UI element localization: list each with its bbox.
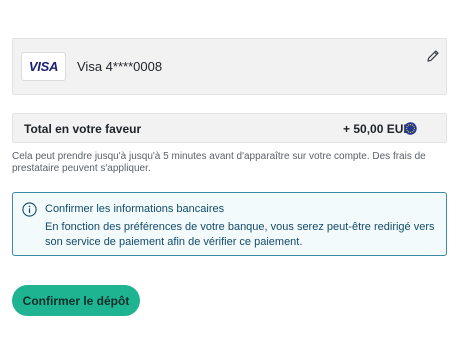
- total-amount: + 50,00 EUR: [343, 122, 413, 136]
- eu-flag-icon: [404, 122, 417, 135]
- total-label: Total en votre faveur: [24, 122, 142, 136]
- processing-time-note: Cela peut prendre jusqu'à jusqu'à 5 minu…: [12, 151, 426, 174]
- total-summary: Total en votre faveur + 50,00 EUR: [12, 113, 447, 143]
- deposit-confirmation-page: VISA Visa 4****0008 Total en votre faveu…: [0, 0, 460, 360]
- payment-method-card: VISA Visa 4****0008: [12, 38, 447, 95]
- bank-info-notice: Confirmer les informations bancaires En …: [12, 192, 447, 256]
- info-body: En fonction des préférences de votre ban…: [45, 221, 435, 248]
- visa-logo: VISA: [21, 52, 66, 81]
- pencil-icon[interactable]: [426, 49, 440, 63]
- card-number-label: Visa 4****0008: [77, 59, 163, 74]
- info-icon: [22, 202, 37, 217]
- info-title: Confirmer les informations bancaires: [45, 203, 225, 215]
- visa-logo-text: VISA: [28, 59, 59, 74]
- confirm-deposit-button[interactable]: Confirmer le dépôt: [12, 285, 140, 316]
